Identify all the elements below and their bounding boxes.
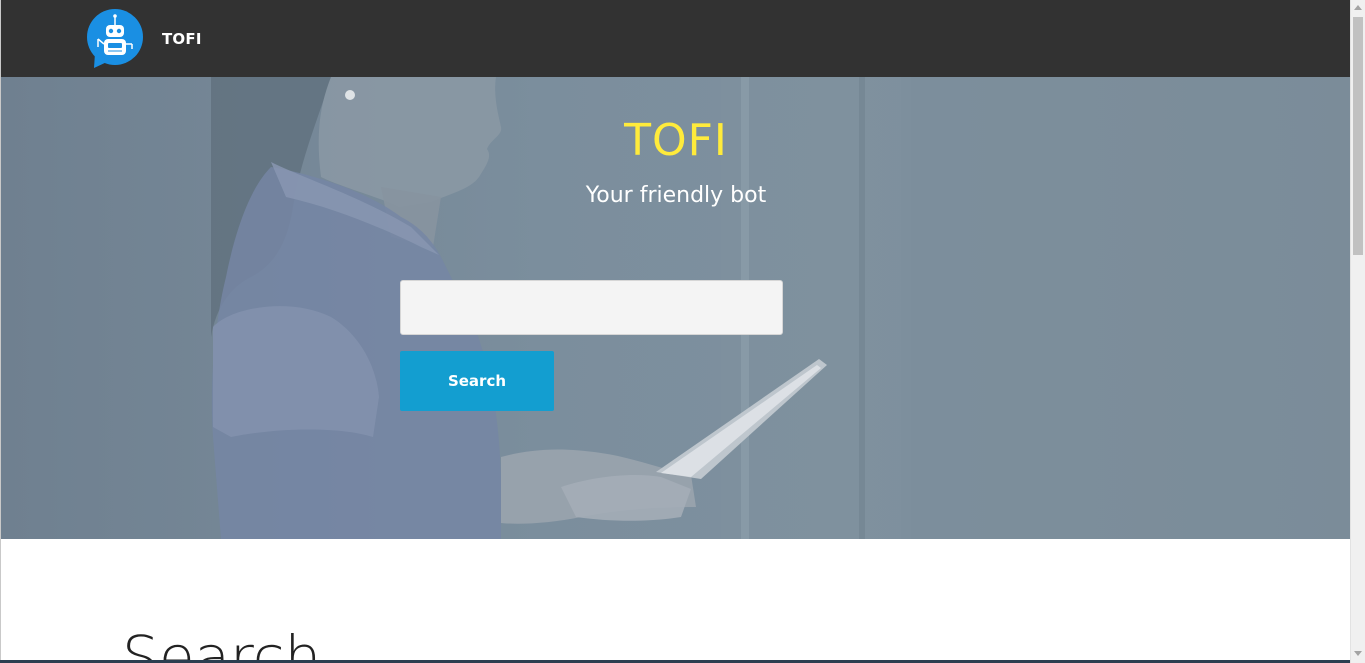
section-heading: Search: [122, 623, 322, 663]
brand-name: TOFI: [162, 29, 202, 48]
robot-chat-icon: [85, 9, 145, 69]
top-navbar: TOFI: [1, 0, 1350, 77]
brand-link[interactable]: TOFI: [85, 9, 202, 69]
hero-banner: TOFI Your friendly bot Search: [1, 77, 1350, 539]
page: TOFI TOFI Your friendly bot Search Searc…: [0, 0, 1350, 663]
hero-subtitle: Your friendly bot: [585, 183, 767, 208]
vertical-scrollbar[interactable]: [1350, 0, 1365, 663]
scroll-thumb[interactable]: [1353, 17, 1363, 255]
scroll-down-arrow-icon[interactable]: [1351, 647, 1365, 661]
hero-title: TOFI: [624, 115, 728, 166]
search-button[interactable]: Search: [400, 351, 554, 411]
browser-viewport: TOFI TOFI Your friendly bot Search Searc…: [0, 0, 1365, 663]
scroll-up-arrow-icon[interactable]: [1351, 0, 1365, 14]
search-input[interactable]: [400, 280, 783, 335]
